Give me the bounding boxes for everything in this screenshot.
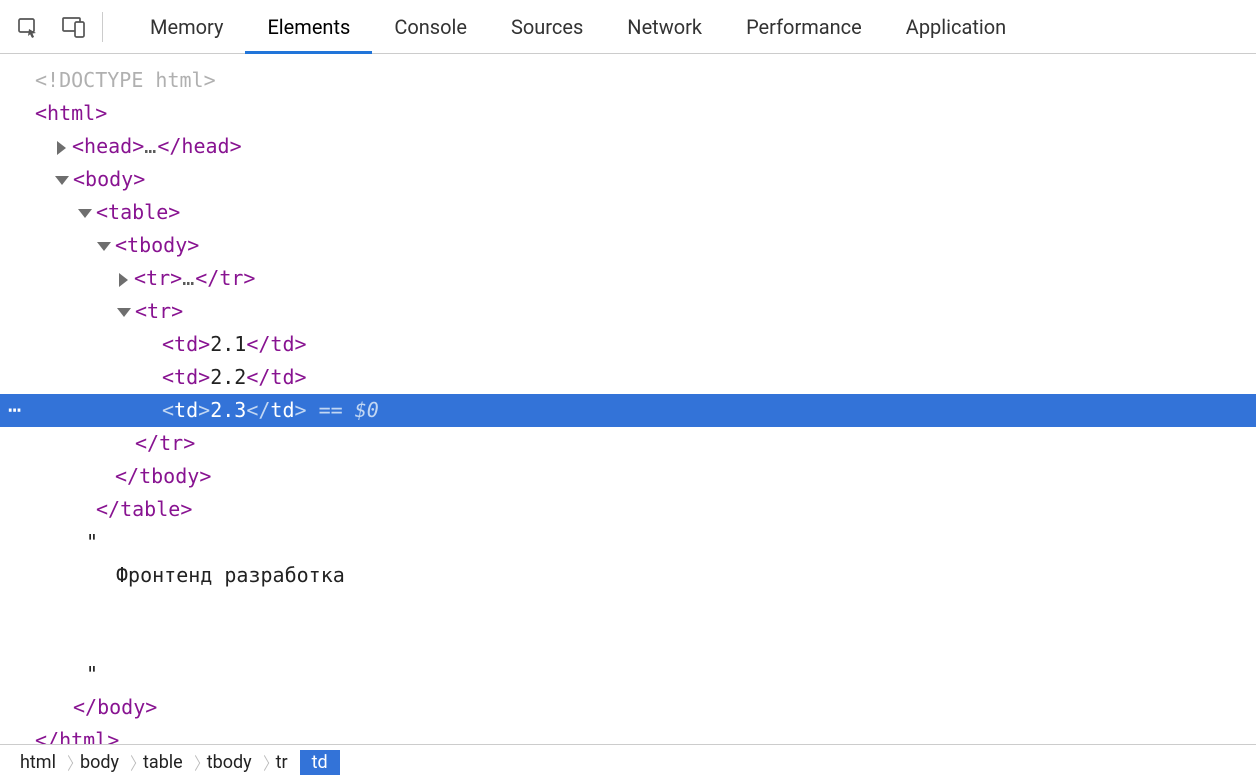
dom-body-open[interactable]: <body>	[0, 163, 1256, 196]
dom-table-open[interactable]: <table>	[0, 196, 1256, 229]
dom-td1[interactable]: <td>2.1</td>	[0, 328, 1256, 361]
dom-tbody-open[interactable]: <tbody>	[0, 229, 1256, 262]
dom-tr1[interactable]: <tr>…</tr>	[0, 262, 1256, 295]
crumb-tbody[interactable]: tbody	[195, 750, 264, 775]
tab-network[interactable]: Network	[605, 0, 724, 53]
dom-text-quote-close[interactable]: "	[0, 658, 1256, 691]
dom-blank-line	[0, 592, 1256, 625]
collapse-icon[interactable]	[97, 242, 111, 251]
crumb-table[interactable]: table	[131, 750, 195, 775]
dom-text-content[interactable]: Фронтенд разработка	[0, 559, 1256, 592]
tab-elements[interactable]: Elements	[245, 0, 372, 53]
tab-performance[interactable]: Performance	[724, 0, 884, 53]
inspect-icon[interactable]	[10, 9, 46, 45]
dom-tr2-open[interactable]: <tr>	[0, 295, 1256, 328]
expand-icon[interactable]	[57, 141, 66, 155]
collapse-icon[interactable]	[78, 209, 92, 218]
dom-blank-line	[0, 625, 1256, 658]
ellipsis-icon[interactable]: ⋯	[8, 394, 22, 427]
dom-td2[interactable]: <td>2.2</td>	[0, 361, 1256, 394]
collapse-icon[interactable]	[117, 308, 131, 317]
dom-doctype[interactable]: <!DOCTYPE html>	[0, 64, 1256, 97]
dom-td3-selected[interactable]: ⋯<td>2.3</td> == $0	[0, 394, 1256, 427]
devtools-tabs: Memory Elements Console Sources Network …	[128, 0, 1028, 53]
crumb-html[interactable]: html	[8, 750, 68, 775]
collapse-icon[interactable]	[55, 176, 69, 185]
tab-memory[interactable]: Memory	[128, 0, 245, 53]
dom-head[interactable]: <head>…</head>	[0, 130, 1256, 163]
dom-html-open[interactable]: <html>	[0, 97, 1256, 130]
device-toggle-icon[interactable]	[56, 9, 92, 45]
tab-application[interactable]: Application	[884, 0, 1028, 53]
tab-sources[interactable]: Sources	[489, 0, 605, 53]
dom-tbody-close[interactable]: </tbody>	[0, 460, 1256, 493]
devtools-toolbar: Memory Elements Console Sources Network …	[0, 0, 1256, 54]
dom-tr2-close[interactable]: </tr>	[0, 427, 1256, 460]
dom-table-close[interactable]: </table>	[0, 493, 1256, 526]
dom-breadcrumbs: html body table tbody tr td	[0, 744, 1256, 780]
elements-dom-tree[interactable]: <!DOCTYPE html> <html> <head>…</head> <b…	[0, 54, 1256, 744]
crumb-tr[interactable]: tr	[264, 750, 300, 775]
dom-text-quote-open[interactable]: "	[0, 526, 1256, 559]
tab-console[interactable]: Console	[372, 0, 489, 53]
expand-icon[interactable]	[119, 273, 128, 287]
crumb-body[interactable]: body	[68, 750, 131, 775]
dom-html-close[interactable]: </html>	[0, 724, 1256, 744]
dom-body-close[interactable]: </body>	[0, 691, 1256, 724]
toolbar-divider	[102, 12, 103, 42]
crumb-td[interactable]: td	[300, 750, 340, 775]
